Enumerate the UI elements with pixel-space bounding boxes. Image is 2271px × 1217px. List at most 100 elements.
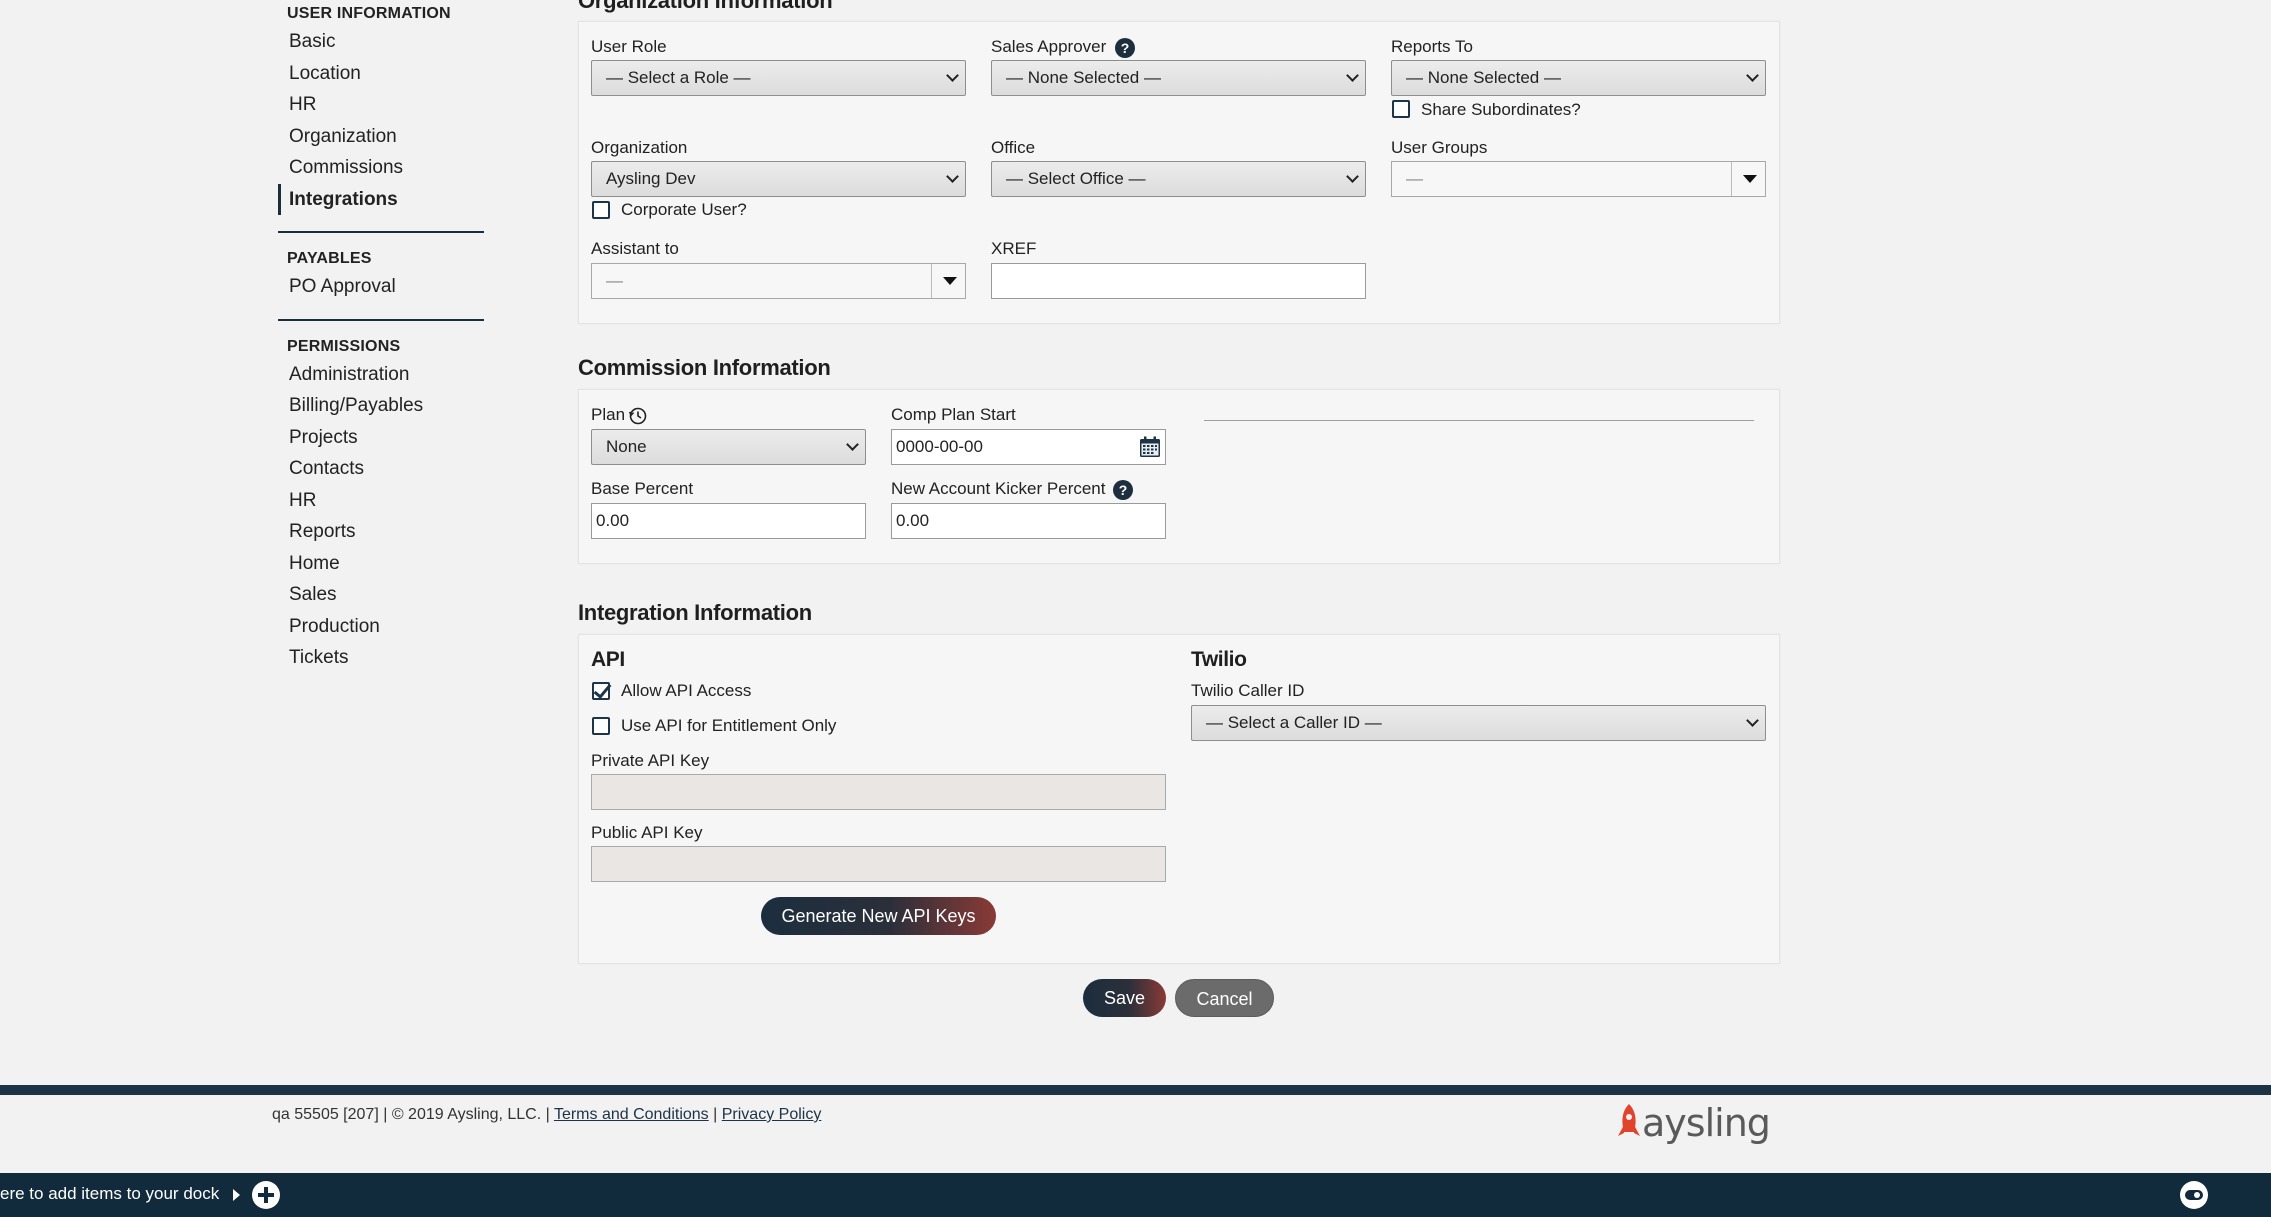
integration-section-title: Integration Information [578,600,812,625]
reports-to-value: — None Selected — [1406,68,1561,87]
chevron-down-icon [946,69,959,82]
assistant-label: Assistant to [591,239,679,258]
allow-api-access-checkbox[interactable] [592,682,610,700]
footer-info: qa 55505 [207] | © 2019 Aysling, LLC. | [272,1106,550,1123]
calendar-icon[interactable] [1138,435,1162,459]
twilio-caller-id-value: — Select a Caller ID — [1206,713,1382,732]
api-subtitle: API [591,648,625,671]
caret-down-icon [943,277,957,285]
office-value: — Select Office — [1006,169,1146,188]
private-api-key-label: Private API Key [591,751,710,770]
chevron-down-icon [1346,170,1359,183]
dock-hint: ere to add items to your dock [0,1184,220,1203]
expand-arrow-icon[interactable] [233,1189,240,1201]
xref-input[interactable] [991,263,1366,299]
chevron-down-icon [946,170,959,183]
sidebar-item-administration[interactable]: Administration [278,359,484,391]
comp-plan-start-input[interactable]: 0000-00-00 [891,429,1166,465]
sidebar-group-title: PAYABLES [287,250,372,267]
sidebar-item-home[interactable]: Home [278,548,484,580]
sidebar-group-title: USER INFORMATION [287,5,451,22]
save-button[interactable]: Save [1083,979,1166,1017]
sidebar-item-hr[interactable]: HR [278,89,484,121]
organization-select[interactable]: Aysling Dev [591,161,966,197]
assistant-combo[interactable]: — [591,263,966,299]
history-icon[interactable] [628,406,648,426]
help-icon[interactable]: ? [1113,480,1133,500]
public-api-key-label: Public API Key [591,823,703,842]
caret-down-icon [1743,175,1757,183]
sidebar-group-title: PERMISSIONS [287,337,401,355]
base-percent-input[interactable] [591,503,866,539]
toggle-icon[interactable] [2180,1181,2208,1209]
sidebar-item-projects[interactable]: Projects [278,422,484,454]
sidebar-item-reports[interactable]: Reports [278,516,484,548]
dropdown-button[interactable] [1731,162,1765,196]
sidebar-item-sales[interactable]: Sales [278,579,484,611]
private-api-key-input [591,774,1166,810]
sidebar-item-organization[interactable]: Organization [278,121,484,153]
sidebar-item-tickets[interactable]: Tickets [278,642,484,674]
sidebar-item-contacts[interactable]: Contacts [278,453,484,485]
user-groups-value: — [1406,169,1423,188]
sidebar-divider [278,231,484,233]
sidebar-item-production[interactable]: Production [278,611,484,643]
terms-link[interactable]: Terms and Conditions [554,1106,709,1123]
rocket-logo-icon[interactable] [1614,1101,1644,1143]
help-icon[interactable]: ? [1115,38,1135,58]
chevron-down-icon [846,438,859,451]
add-to-dock-plus-icon[interactable] [252,1181,280,1209]
footer-separator: | [713,1106,718,1123]
generate-api-keys-button[interactable]: Generate New API Keys [761,897,996,935]
plan-label: Plan [591,405,626,424]
cancel-button[interactable]: Cancel [1175,979,1274,1017]
commission-section-title: Commission Information [578,355,831,380]
allow-api-access-label: Allow API Access [621,681,752,700]
assistant-value: — [606,271,623,290]
sales-approver-value: — None Selected — [1006,68,1161,87]
share-subordinates-checkbox[interactable] [1392,100,1410,118]
privacy-link[interactable]: Privacy Policy [722,1106,822,1123]
plan-value: None [606,437,647,456]
entitlement-only-checkbox[interactable] [592,717,610,735]
sidebar-item-billing-payables[interactable]: Billing/Payables [278,390,484,422]
plan-select[interactable]: None [591,429,866,465]
sales-approver-label: Sales Approver [991,37,1107,56]
sidebar-item-location[interactable]: Location [278,58,484,90]
kicker-percent-input[interactable] [891,503,1166,539]
twilio-caller-id-select[interactable]: — Select a Caller ID — [1191,705,1766,741]
corporate-user-label: Corporate User? [621,200,747,219]
chevron-down-icon [1346,69,1359,82]
comp-plan-start-label: Comp Plan Start [891,405,1016,424]
reports-to-select[interactable]: — None Selected — [1391,60,1766,96]
comp-plan-start-value: 0000-00-00 [896,437,983,456]
office-select[interactable]: — Select Office — [991,161,1366,197]
entitlement-only-label: Use API for Entitlement Only [621,716,837,735]
organization-section-title: Organization Information [578,0,833,13]
user-role-select[interactable]: — Select a Role — [591,60,966,96]
user-groups-combo[interactable]: — [1391,161,1766,197]
xref-label: XREF [991,239,1037,258]
office-label: Office [991,138,1036,157]
footer-text: qa 55505 [207] | © 2019 Aysling, LLC. | … [272,1106,821,1124]
sidebar-item-po-approval[interactable]: PO Approval [278,271,484,303]
dropdown-button[interactable] [931,264,965,298]
divider [1204,420,1754,421]
corporate-user-checkbox[interactable] [592,201,610,219]
sidebar-divider [278,318,484,321]
chevron-down-icon [1746,69,1759,82]
footer-bar [0,1085,2271,1095]
twilio-subtitle: Twilio [1191,648,1247,671]
sidebar-nav: USER INFORMATION Basic Location HR Organ… [278,0,484,674]
organization-value: Aysling Dev [606,169,696,188]
sidebar-item-basic[interactable]: Basic [278,26,484,58]
sidebar-item-hr-permissions[interactable]: HR [278,485,484,517]
user-role-value: — Select a Role — [606,68,751,87]
organization-label: Organization [591,138,688,157]
sidebar-item-integrations[interactable]: Integrations [278,183,484,215]
user-role-label: User Role [591,37,667,56]
sales-approver-select[interactable]: — None Selected — [991,60,1366,96]
base-percent-label: Base Percent [591,479,694,498]
sidebar-item-commissions[interactable]: Commissions [278,152,484,184]
twilio-caller-id-label: Twilio Caller ID [1191,681,1305,700]
